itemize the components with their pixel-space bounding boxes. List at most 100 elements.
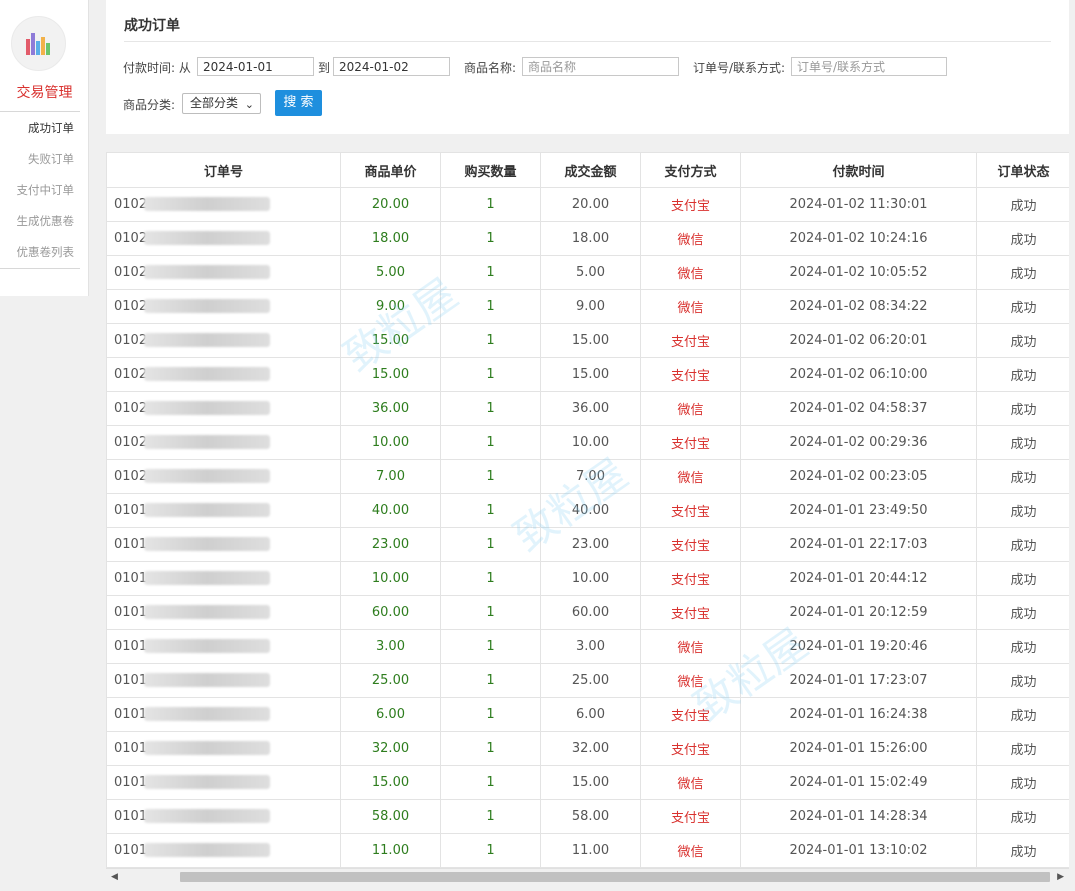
header-amount[interactable]: 成交金额 bbox=[540, 152, 641, 188]
table-row[interactable]: 0101 25.00 1 25.00 微信 2024-01-01 17:23:07 成功 bbox=[106, 663, 1069, 698]
table-row[interactable]: 0101 23.00 1 23.00 支付宝 2024-01-01 22:17:03 成功 bbox=[106, 527, 1069, 562]
order-no-cell[interactable]: 0102 bbox=[106, 391, 341, 426]
header-pay-method[interactable]: 支付方式 bbox=[640, 152, 741, 188]
table-row[interactable]: 0101 15.00 1 15.00 微信 2024-01-01 15:02:49 成功 bbox=[106, 765, 1069, 800]
sidebar-item-paying-orders[interactable]: 支付中订单 bbox=[0, 182, 80, 198]
header-pay-time[interactable]: 付款时间 bbox=[740, 152, 977, 188]
category-select[interactable]: 全部分类 ⌄ bbox=[182, 93, 261, 114]
table-row[interactable]: 0101 60.00 1 60.00 支付宝 2024-01-01 20:12:59 成功 bbox=[106, 595, 1069, 630]
table-row[interactable]: 0102 7.00 1 7.00 微信 2024-01-02 00:23:05 成功 bbox=[106, 459, 1069, 494]
table-row[interactable]: 0102 20.00 1 20.00 支付宝 2024-01-02 11:30:01 成功 bbox=[106, 187, 1069, 222]
pay-method-cell: 微信 bbox=[640, 833, 741, 868]
pay-time-cell: 2024-01-01 15:26:00 bbox=[740, 731, 977, 766]
unit-price-cell: 15.00 bbox=[340, 323, 441, 358]
order-no-cell[interactable]: 0101 bbox=[106, 663, 341, 698]
table-row[interactable]: 0101 3.00 1 3.00 微信 2024-01-01 19:20:46 成功 bbox=[106, 629, 1069, 664]
table-row[interactable]: 0101 58.00 1 58.00 支付宝 2024-01-01 14:28:34 成功 bbox=[106, 799, 1069, 834]
pay-method-cell: 支付宝 bbox=[640, 357, 741, 392]
header-status[interactable]: 订单状态 bbox=[976, 152, 1069, 188]
divider bbox=[124, 41, 1051, 42]
pay-time-cell: 2024-01-01 23:49:50 bbox=[740, 493, 977, 528]
scrollbar-thumb[interactable] bbox=[180, 872, 1050, 882]
order-no-prefix: 0102 bbox=[114, 435, 148, 450]
table-row[interactable]: 0102 5.00 1 5.00 微信 2024-01-02 10:05:52 成功 bbox=[106, 255, 1069, 290]
quantity-cell: 1 bbox=[440, 833, 541, 868]
table-row[interactable]: 0102 18.00 1 18.00 微信 2024-01-02 10:24:16 成功 bbox=[106, 221, 1069, 256]
order-no-cell[interactable]: 0102 bbox=[106, 289, 341, 324]
table-row[interactable]: 0101 40.00 1 40.00 支付宝 2024-01-01 23:49:50 成功 bbox=[106, 493, 1069, 528]
sidebar-item-coupon-list[interactable]: 优惠卷列表 bbox=[0, 244, 80, 260]
logo bbox=[11, 16, 66, 71]
header-unit-price[interactable]: 商品单价 bbox=[340, 152, 441, 188]
order-no-cell[interactable]: 0101 bbox=[106, 561, 341, 596]
pay-method-cell: 微信 bbox=[640, 459, 741, 494]
unit-price-cell: 40.00 bbox=[340, 493, 441, 528]
sidebar-section-title[interactable]: 交易管理 bbox=[0, 82, 89, 102]
order-no-cell[interactable]: 0102 bbox=[106, 221, 341, 256]
quantity-cell: 1 bbox=[440, 425, 541, 460]
pay-time-cell: 2024-01-02 06:10:00 bbox=[740, 357, 977, 392]
sidebar-item-generate-coupon[interactable]: 生成优惠卷 bbox=[0, 213, 80, 229]
quantity-cell: 1 bbox=[440, 629, 541, 664]
unit-price-cell: 10.00 bbox=[340, 425, 441, 460]
search-button[interactable]: 搜 索 bbox=[275, 90, 322, 116]
order-no-cell[interactable]: 0102 bbox=[106, 425, 341, 460]
quantity-cell: 1 bbox=[440, 289, 541, 324]
redacted-order-no bbox=[144, 537, 270, 551]
table-row[interactable]: 0102 36.00 1 36.00 微信 2024-01-02 04:58:37 成功 bbox=[106, 391, 1069, 426]
order-no-cell[interactable]: 0101 bbox=[106, 527, 341, 562]
unit-price-cell: 3.00 bbox=[340, 629, 441, 664]
order-no-cell[interactable]: 0101 bbox=[106, 833, 341, 868]
order-no-cell[interactable]: 0102 bbox=[106, 357, 341, 392]
amount-cell: 7.00 bbox=[540, 459, 641, 494]
order-no-prefix: 0102 bbox=[114, 265, 148, 280]
table-row[interactable]: 0101 6.00 1 6.00 支付宝 2024-01-01 16:24:38 成功 bbox=[106, 697, 1069, 732]
redacted-order-no bbox=[144, 197, 270, 211]
unit-price-cell: 20.00 bbox=[340, 187, 441, 222]
header-quantity[interactable]: 购买数量 bbox=[440, 152, 541, 188]
quantity-cell: 1 bbox=[440, 357, 541, 392]
order-contact-input[interactable] bbox=[791, 57, 947, 76]
date-to-input[interactable] bbox=[333, 57, 450, 76]
table-row[interactable]: 0102 15.00 1 15.00 支付宝 2024-01-02 06:10:00 成功 bbox=[106, 357, 1069, 392]
scroll-right-arrow-icon[interactable]: ▶ bbox=[1057, 872, 1064, 882]
pay-method-cell: 微信 bbox=[640, 221, 741, 256]
pay-method-cell: 微信 bbox=[640, 629, 741, 664]
product-name-input[interactable] bbox=[522, 57, 679, 76]
order-no-cell[interactable]: 0101 bbox=[106, 493, 341, 528]
table-row[interactable]: 0101 10.00 1 10.00 支付宝 2024-01-01 20:44:12 成功 bbox=[106, 561, 1069, 596]
order-no-prefix: 0102 bbox=[114, 469, 148, 484]
unit-price-cell: 7.00 bbox=[340, 459, 441, 494]
order-no-cell[interactable]: 0102 bbox=[106, 459, 341, 494]
sidebar-item-success-orders[interactable]: 成功订单 bbox=[0, 120, 80, 136]
pay-time-cell: 2024-01-02 00:23:05 bbox=[740, 459, 977, 494]
table-row[interactable]: 0102 10.00 1 10.00 支付宝 2024-01-02 00:29:36 成功 bbox=[106, 425, 1069, 460]
table-row[interactable]: 0101 32.00 1 32.00 支付宝 2024-01-01 15:26:00 成功 bbox=[106, 731, 1069, 766]
order-no-cell[interactable]: 0101 bbox=[106, 765, 341, 800]
order-contact-label: 订单号/联系方式: bbox=[693, 61, 786, 75]
table-row[interactable]: 0102 9.00 1 9.00 微信 2024-01-02 08:34:22 成功 bbox=[106, 289, 1069, 324]
order-no-cell[interactable]: 0101 bbox=[106, 731, 341, 766]
order-no-prefix: 0102 bbox=[114, 231, 148, 246]
unit-price-cell: 11.00 bbox=[340, 833, 441, 868]
order-no-cell[interactable]: 0101 bbox=[106, 629, 341, 664]
order-no-prefix: 0101 bbox=[114, 503, 148, 518]
order-no-cell[interactable]: 0101 bbox=[106, 697, 341, 732]
unit-price-cell: 23.00 bbox=[340, 527, 441, 562]
category-select-value: 全部分类 bbox=[190, 96, 239, 110]
order-no-prefix: 0102 bbox=[114, 401, 148, 416]
table-row[interactable]: 0102 15.00 1 15.00 支付宝 2024-01-02 06:20:01 成功 bbox=[106, 323, 1069, 358]
horizontal-scrollbar[interactable]: ◀ ▶ bbox=[106, 868, 1069, 885]
order-no-cell[interactable]: 0101 bbox=[106, 595, 341, 630]
amount-cell: 5.00 bbox=[540, 255, 641, 290]
date-from-input[interactable] bbox=[197, 57, 314, 76]
order-no-cell[interactable]: 0101 bbox=[106, 799, 341, 834]
order-no-cell[interactable]: 0102 bbox=[106, 187, 341, 222]
order-no-cell[interactable]: 0102 bbox=[106, 255, 341, 290]
header-order-no[interactable]: 订单号 bbox=[106, 152, 341, 188]
scroll-left-arrow-icon[interactable]: ◀ bbox=[111, 872, 118, 882]
table-row[interactable]: 0101 11.00 1 11.00 微信 2024-01-01 13:10:02 成功 bbox=[106, 833, 1069, 868]
sidebar-item-failed-orders[interactable]: 失败订单 bbox=[0, 151, 80, 167]
order-no-cell[interactable]: 0102 bbox=[106, 323, 341, 358]
status-cell: 成功 bbox=[976, 289, 1069, 324]
